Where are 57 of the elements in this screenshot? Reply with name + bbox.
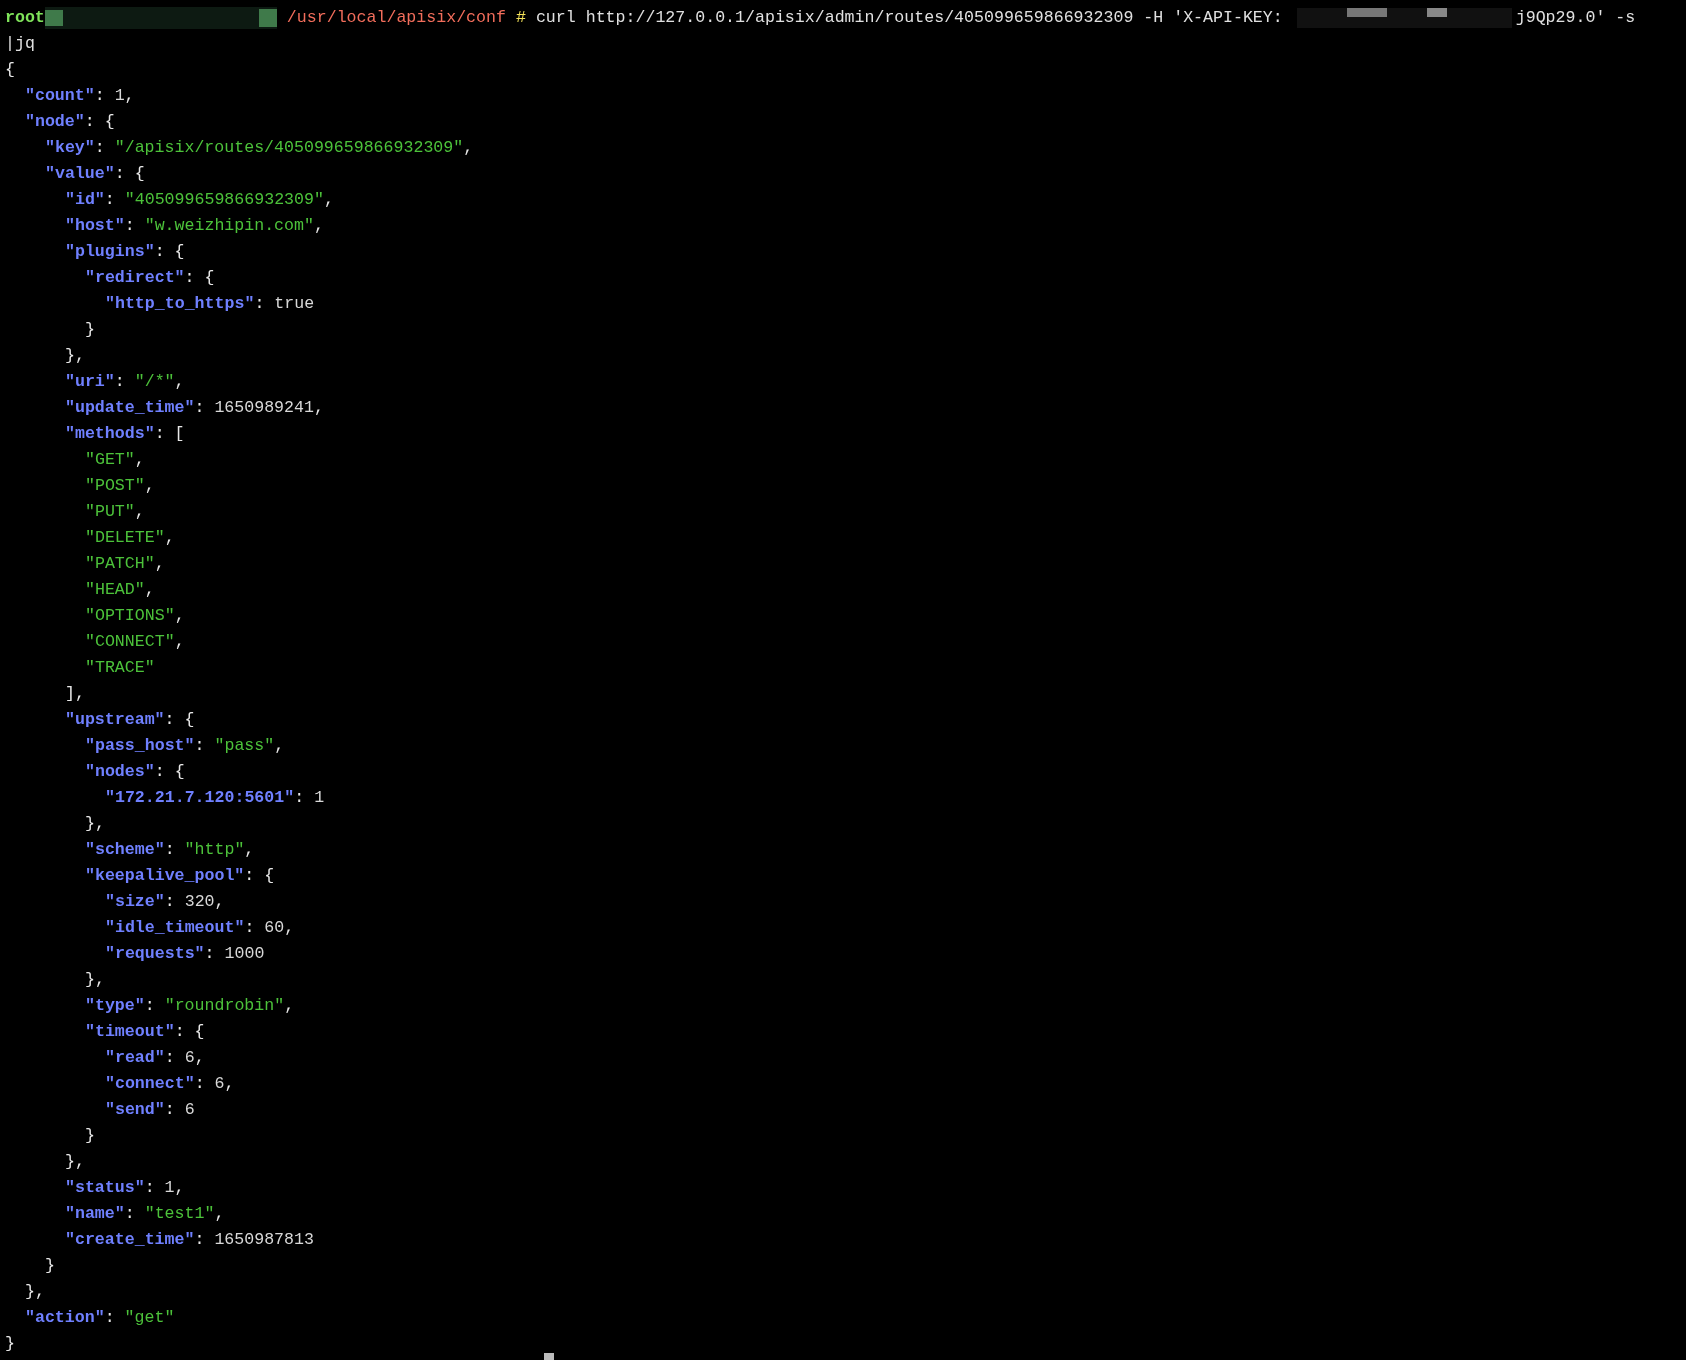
json-output-line: "timeout": { xyxy=(85,1022,205,1041)
command-text: j9Qp29.0' -s xyxy=(1515,7,1636,29)
json-output-line: }, xyxy=(25,1282,45,1301)
json-output-line: "count": 1, xyxy=(25,86,135,105)
json-output-line: ], xyxy=(65,684,85,703)
json-output-line: "node": { xyxy=(25,112,115,131)
json-output-line: "http_to_https": true xyxy=(105,294,315,313)
command-text: |jq xyxy=(5,34,35,53)
json-output-line: "DELETE", xyxy=(85,528,175,547)
json-output-line: "PATCH", xyxy=(85,554,165,573)
json-output-line: "send": 6 xyxy=(105,1100,195,1119)
json-output-line: "PUT", xyxy=(85,502,145,521)
json-output-line: "create_time": 1650987813 xyxy=(65,1230,314,1249)
json-output-line: "type": "roundrobin", xyxy=(85,996,295,1015)
json-output-line: "redirect": { xyxy=(85,268,215,287)
prompt-user: root xyxy=(5,7,45,29)
json-output-line: "pass_host": "pass", xyxy=(85,736,285,755)
json-output-line: } xyxy=(85,1126,95,1145)
json-output-line: }, xyxy=(65,346,85,365)
json-output-line: } xyxy=(85,320,95,339)
json-output-line: "host": "w.weizhipin.com", xyxy=(65,216,324,235)
json-output-line: "size": 320, xyxy=(105,892,225,911)
json-output-line: "HEAD", xyxy=(85,580,155,599)
json-output-line: }, xyxy=(85,970,105,989)
json-output-line: "POST", xyxy=(85,476,155,495)
json-output-line: "plugins": { xyxy=(65,242,185,261)
json-output-line: "value": { xyxy=(45,164,145,183)
json-output-line: "action": "get" xyxy=(25,1308,175,1327)
json-output-line: "id": "405099659866932309", xyxy=(65,190,334,209)
json-output-line: "requests": 1000 xyxy=(105,944,265,963)
json-output-line: "OPTIONS", xyxy=(85,606,185,625)
json-output-line: "status": 1, xyxy=(65,1178,185,1197)
json-output-line: "read": 6, xyxy=(105,1048,205,1067)
json-output-line: "TRACE" xyxy=(85,658,155,677)
json-output-line: "nodes": { xyxy=(85,762,185,781)
json-output-line: "CONNECT", xyxy=(85,632,185,651)
json-output-line: "upstream": { xyxy=(65,710,195,729)
json-output-line: "key": "/apisix/routes/405099659866932309", xyxy=(45,138,474,157)
json-output-line: "scheme": "http", xyxy=(85,840,255,859)
prompt-path: /usr/local/apisix/conf xyxy=(286,7,506,29)
json-output-line: "methods": [ xyxy=(65,424,185,443)
prompt-symbol: # xyxy=(515,7,526,29)
json-output-line: { xyxy=(5,60,15,79)
command-text: curl http://127.0.0.1/apisix/admin/routes/405099659866932309 -H 'X-API-KEY: xyxy=(535,7,1283,29)
json-output-line: "connect": 6, xyxy=(105,1074,235,1093)
json-output-line: }, xyxy=(65,1152,85,1171)
json-output-line: "idle_timeout": 60, xyxy=(105,918,295,937)
cursor-icon xyxy=(544,1353,554,1360)
json-output-line: "172.21.7.120:5601": 1 xyxy=(105,788,325,807)
json-output-line: "name": "test1", xyxy=(65,1204,225,1223)
json-output-line: } xyxy=(45,1256,55,1275)
json-output-line: "update_time": 1650989241, xyxy=(65,398,324,417)
json-output-line: "uri": "/*", xyxy=(65,372,185,391)
json-output-line: "GET", xyxy=(85,450,145,469)
json-output-line: "keepalive_pool": { xyxy=(85,866,275,885)
json-output-line: }, xyxy=(85,814,105,833)
json-output-line: } xyxy=(5,1334,15,1353)
